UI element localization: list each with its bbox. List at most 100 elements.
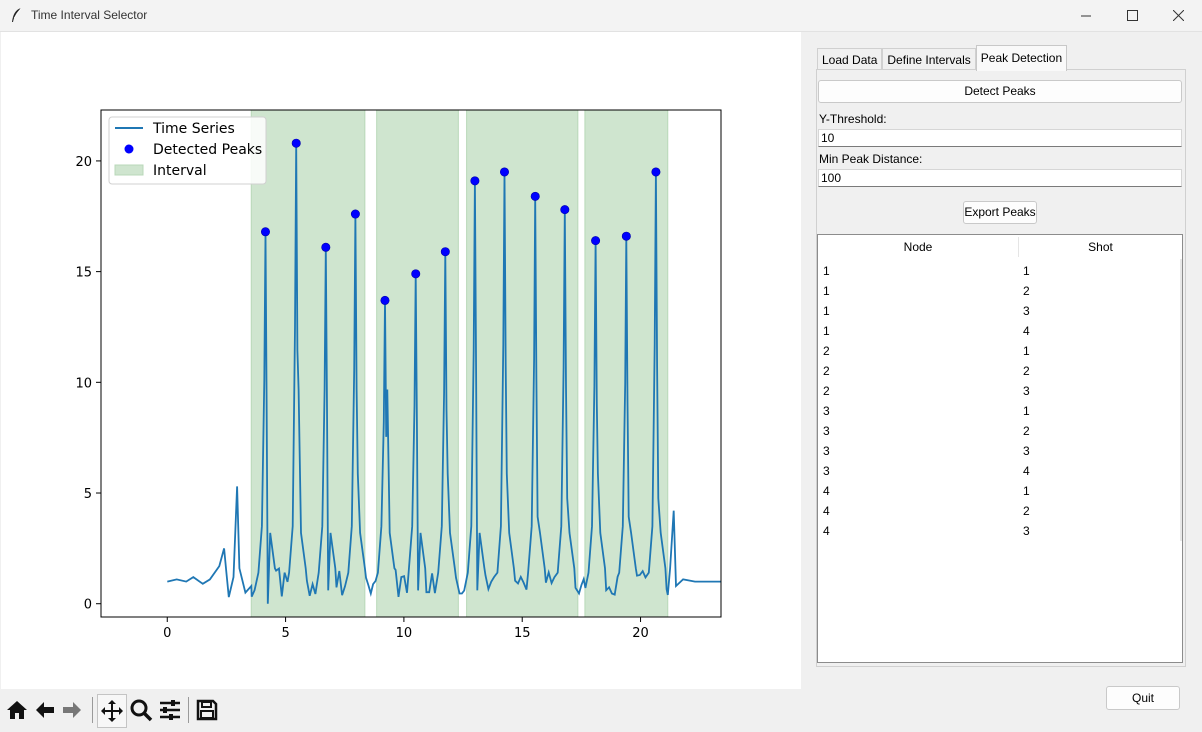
shot-cell: 4 [1023,324,1030,338]
pan-move-icon [101,700,123,722]
table-row[interactable]: 12 [818,281,1182,301]
shot-cell: 1 [1023,344,1030,358]
minimize-icon [1081,15,1091,16]
shot-cell: 1 [1023,264,1030,278]
y-tick-label: 20 [75,155,92,170]
min-peak-distance-input[interactable]: 100 [818,169,1182,187]
configure-subplots-button[interactable] [156,694,184,726]
node-cell: 3 [823,464,830,478]
node-cell: 3 [823,424,830,438]
legend-entry: Time Series [152,121,235,137]
toolbar-separator [92,697,93,723]
configure-subplots-icon [160,700,180,720]
shot-cell: 3 [1023,524,1030,538]
node-cell: 2 [823,364,830,378]
table-row[interactable]: 13 [818,301,1182,321]
table-row[interactable]: 34 [818,461,1182,481]
node-cell: 4 [823,484,830,498]
table-row[interactable]: 42 [818,501,1182,521]
legend-marker-swatch [124,144,134,154]
shot-cell: 3 [1023,304,1030,318]
x-tick-label: 10 [396,626,413,641]
table-row[interactable]: 21 [818,341,1182,361]
tab-load-data[interactable]: Load Data [817,48,883,71]
tab-peak-detection[interactable]: Peak Detection [975,45,1068,71]
node-cell: 1 [823,264,830,278]
peak-marker [260,227,270,237]
peak-marker [380,295,390,305]
legend-entry: Interval [153,163,207,179]
y-tick-label: 10 [75,376,92,391]
control-panel: Load Data Define Intervals Peak Detectio… [802,32,1202,732]
peak-marker [499,167,509,177]
table-row[interactable]: 43 [818,521,1182,541]
table-row[interactable]: 31 [818,401,1182,421]
node-cell: 4 [823,524,830,538]
shot-cell: 2 [1023,504,1030,518]
shot-cell: 1 [1023,404,1030,418]
node-cell: 2 [823,344,830,358]
node-cell: 4 [823,504,830,518]
forward-button[interactable] [58,694,86,726]
table-row[interactable]: 14 [818,321,1182,341]
home-button[interactable] [3,694,31,726]
peak-marker [591,236,601,246]
x-tick-label: 5 [281,626,289,641]
x-tick-label: 20 [632,626,649,641]
shot-cell: 2 [1023,364,1030,378]
table-row[interactable]: 41 [818,481,1182,501]
back-arrow-icon [36,702,54,718]
detect-peaks-button[interactable]: Detect Peaks [818,80,1182,103]
node-cell: 1 [823,304,830,318]
min-peak-distance-label: Min Peak Distance: [819,152,923,166]
window-title: Time Interval Selector [31,8,148,22]
back-button[interactable] [31,694,59,726]
shot-cell: 1 [1023,484,1030,498]
table-row[interactable]: 33 [818,441,1182,461]
save-button[interactable] [193,694,221,726]
close-icon [1172,10,1184,21]
pan-button[interactable] [97,694,127,728]
peak-marker [560,205,570,215]
table-row[interactable]: 22 [818,361,1182,381]
legend-entry: Detected Peaks [153,142,262,158]
close-button[interactable] [1155,0,1201,31]
save-floppy-icon [196,699,218,721]
table-row[interactable]: 32 [818,421,1182,441]
maximize-icon [1126,10,1138,21]
x-tick-label: 0 [163,626,171,641]
legend-patch-swatch [114,164,144,176]
export-peaks-button[interactable]: Export Peaks [963,201,1037,224]
home-icon [7,701,27,719]
table-header: Node Shot [818,235,1182,259]
zoom-button[interactable] [127,694,155,726]
table-row[interactable]: 11 [818,261,1182,281]
peak-marker [291,138,301,148]
shot-cell: 3 [1023,384,1030,398]
table-row[interactable]: 23 [818,381,1182,401]
y-threshold-input[interactable]: 10 [818,129,1182,147]
maximize-button[interactable] [1109,0,1155,31]
peak-marker [440,247,450,257]
plot-canvas[interactable]: 0 5 10 15 20 0 5 10 15 20 Time Series Detected Peak… [1,32,801,689]
navigation-toolbar [0,690,801,732]
peak-marker [530,191,540,201]
node-cell: 2 [823,384,830,398]
peaks-table[interactable]: Node Shot 1112131421222331323334414243 [817,234,1183,663]
toolbar-separator [188,697,189,723]
peak-marker [411,269,421,279]
peak-marker [350,209,360,219]
window-titlebar: Time Interval Selector [0,0,1202,32]
column-header-node[interactable]: Node [818,235,1018,259]
y-threshold-label: Y-Threshold: [819,112,887,126]
shot-cell: 4 [1023,464,1030,478]
tab-define-intervals[interactable]: Define Intervals [882,48,976,71]
quit-button[interactable]: Quit [1106,686,1180,710]
node-cell: 3 [823,444,830,458]
node-cell: 3 [823,404,830,418]
time-series-chart[interactable]: 0 5 10 15 20 0 5 10 15 20 Time Series Detected Peak… [1,32,801,689]
minimize-button[interactable] [1063,0,1109,31]
table-scrollbar[interactable] [1180,259,1182,541]
peak-marker [470,176,480,186]
column-header-shot[interactable]: Shot [1019,235,1182,259]
